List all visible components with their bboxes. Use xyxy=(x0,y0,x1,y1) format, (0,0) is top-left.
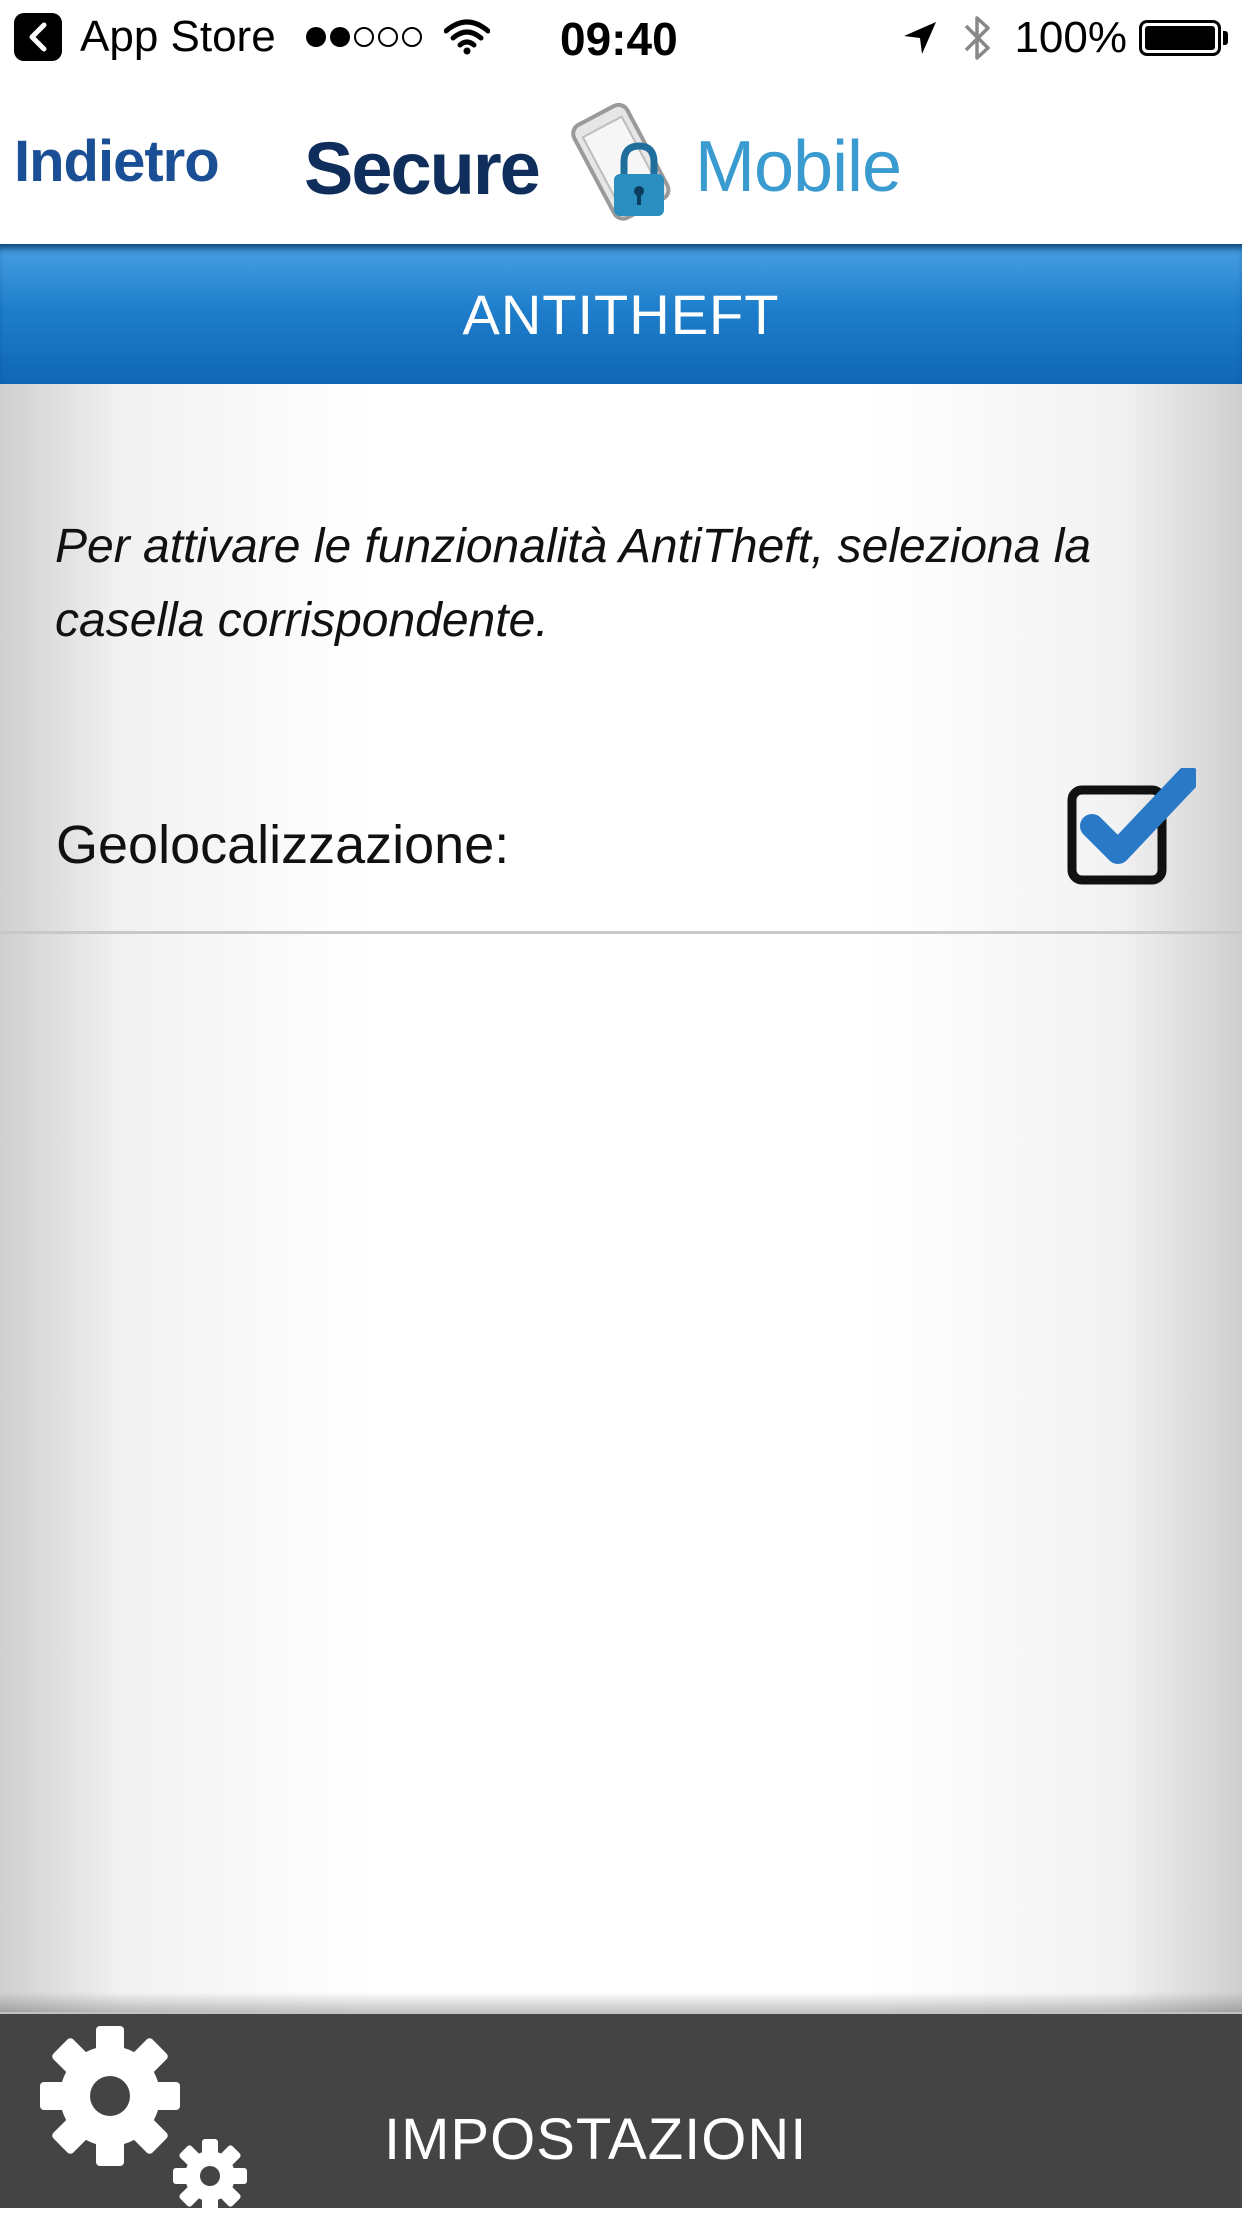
geolocation-row: Geolocalizzazione: xyxy=(0,754,1242,934)
cellular-signal-icon xyxy=(305,27,426,47)
back-button[interactable]: Indietro xyxy=(14,128,220,195)
phone-lock-logo-icon xyxy=(571,102,671,221)
location-arrow-icon xyxy=(904,22,937,54)
bluetooth-icon xyxy=(965,16,991,60)
section-title: ANTITHEFT xyxy=(462,282,780,346)
logo-word-mobile: Mobile xyxy=(695,127,902,207)
settings-label[interactable]: IMPOSTAZIONI xyxy=(384,2106,807,2173)
main-content: Per attivare le funzionalità AntiTheft, … xyxy=(0,384,1242,2012)
gears-icon[interactable] xyxy=(30,2024,260,2214)
battery-percentage: 100% xyxy=(1014,13,1127,62)
battery-icon xyxy=(1139,20,1221,56)
status-bar: App Store 09:40 100% xyxy=(0,0,1242,78)
settings-bar[interactable]: IMPOSTAZIONI xyxy=(0,2014,1242,2213)
wifi-icon xyxy=(443,19,490,55)
section-title-bar: ANTITHEFT xyxy=(0,244,1242,384)
battery-cap xyxy=(1223,31,1228,45)
instructions-text: Per attivare le funzionalità AntiTheft, … xyxy=(55,520,1092,647)
back-to-app-label[interactable]: App Store xyxy=(80,12,276,62)
status-time: 09:40 xyxy=(560,13,678,65)
logo-word-secure: Secure xyxy=(304,127,541,210)
row-divider xyxy=(0,931,1242,934)
bottom-bar-shadow xyxy=(0,1992,1242,2014)
back-to-app-icon[interactable] xyxy=(14,13,62,61)
status-left: App Store xyxy=(14,12,490,62)
status-right: 100% xyxy=(902,12,1228,64)
geolocation-label: Geolocalizzazione: xyxy=(56,815,510,875)
geolocation-checkbox[interactable] xyxy=(1066,768,1196,888)
app-logo: Secure Mobile xyxy=(300,94,950,224)
app-header: Indietro Secure Mobile xyxy=(0,78,1242,244)
